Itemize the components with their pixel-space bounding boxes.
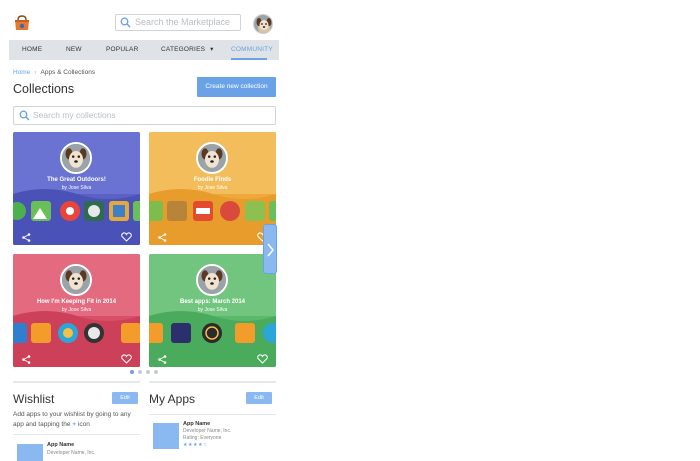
user-avatar[interactable]	[253, 14, 273, 34]
food-app-icon	[220, 201, 240, 221]
p-app-icon	[202, 323, 222, 343]
heart-icon[interactable]	[257, 354, 268, 364]
collection-card[interactable]: How I'm Keeping Fit in 2014 by Jose Silv…	[13, 254, 140, 367]
chevron-right-icon	[267, 243, 274, 257]
dog-avatar-icon	[198, 266, 226, 294]
collection-search-placeholder: Search my collections	[33, 110, 116, 120]
search-placeholder: Search the Marketplace	[135, 17, 231, 27]
heart-icon[interactable]	[121, 232, 132, 242]
collection-author: by Jose Silva	[197, 185, 228, 191]
collection-avatar	[196, 142, 228, 174]
plus-icon: +	[72, 421, 77, 428]
nav-active-underline	[231, 58, 267, 60]
partial-app-icon	[269, 201, 276, 221]
breadcrumb-home[interactable]: Home	[13, 69, 30, 76]
wishlist-hint-end: icon	[77, 421, 90, 428]
heart-icon[interactable]	[121, 354, 132, 364]
top-bar: Search the Marketplace	[9, 6, 279, 40]
main-nav: HOME NEW POPULAR CATEGORIES ▾ COMMUNITY	[9, 40, 279, 60]
bike-app-icon	[121, 323, 140, 343]
wifi-app-icon	[13, 323, 27, 343]
nav-home[interactable]: HOME	[22, 40, 42, 60]
pagination-dot[interactable]	[154, 370, 158, 374]
breadcrumb-separator-icon: ›	[34, 69, 37, 76]
share-icon[interactable]	[158, 355, 167, 364]
collection-avatar	[196, 264, 228, 296]
search-icon	[120, 17, 131, 28]
collection-avatar	[60, 264, 92, 296]
app-icons-row	[149, 323, 276, 343]
breadcrumb-current: Apps & Collections	[40, 69, 96, 76]
share-icon[interactable]	[22, 355, 31, 364]
checklist-app-icon	[149, 201, 163, 221]
nav-community[interactable]: COMMUNITY	[231, 40, 273, 60]
pagination-dot[interactable]	[130, 370, 134, 374]
app-developer: Developer Name, Inc.	[183, 428, 232, 434]
app-thumbnail	[17, 444, 43, 461]
nav-categories-label: CATEGORIES	[161, 46, 206, 53]
cart-app-icon	[235, 323, 255, 343]
carousel-next-button[interactable]	[263, 224, 277, 274]
wishlist-edit-button[interactable]: Edit	[112, 392, 138, 404]
collection-author: by Jose Silva	[197, 307, 228, 313]
section-divider	[149, 381, 276, 383]
pagination-dot[interactable]	[138, 370, 142, 374]
globe-icon	[13, 202, 26, 220]
search-icon	[19, 110, 30, 121]
my-apps-app-card[interactable]: App Name Developer Name, Inc. Rating: Ev…	[149, 414, 276, 461]
chevron-down-icon: ▾	[210, 46, 214, 53]
wishlist-app-card[interactable]: App Name Developer Name, Inc.	[13, 434, 140, 461]
nav-categories[interactable]: CATEGORIES ▾	[161, 40, 214, 60]
partial-app-icon	[263, 323, 276, 343]
breadcrumb: Home › Apps & Collections	[13, 69, 95, 76]
collection-card[interactable]: The Great Outdoors! by Jose Silva	[13, 132, 140, 245]
nav-new[interactable]: NEW	[66, 40, 82, 60]
collection-title: Foodie Finds	[193, 177, 232, 183]
collection-title: How I'm Keeping Fit in 2014	[36, 299, 117, 305]
collection-title: The Great Outdoors!	[47, 177, 106, 183]
create-collection-button[interactable]: Create new collection	[197, 77, 276, 97]
app-name: App Name	[183, 421, 211, 427]
dog-avatar-icon	[62, 144, 90, 172]
dog-avatar-icon	[198, 144, 226, 172]
my-apps-edit-button[interactable]: Edit	[246, 392, 272, 404]
cart-app-icon	[31, 323, 51, 343]
pagination-dot[interactable]	[146, 370, 150, 374]
marketplace-search-input[interactable]: Search the Marketplace	[115, 14, 241, 31]
marketplace-logo[interactable]	[13, 15, 31, 31]
partial-app-icon	[149, 323, 163, 343]
star-rating-icon: ★★★★☆	[183, 442, 208, 448]
section-divider	[13, 381, 140, 383]
app-name: App Name	[47, 442, 75, 448]
app-icons-row	[13, 323, 140, 343]
collection-title: Best apps: March 2014	[179, 299, 246, 305]
gift-app-icon	[245, 201, 265, 221]
share-icon[interactable]	[158, 233, 167, 242]
bag-app-icon	[167, 201, 187, 221]
collection-avatar	[60, 142, 92, 174]
page-title: Collections	[13, 82, 75, 96]
collection-search-input[interactable]: Search my collections	[13, 106, 276, 125]
app-thumbnail	[153, 423, 179, 449]
app-icons-row	[149, 201, 276, 221]
share-icon[interactable]	[22, 233, 31, 242]
collection-card[interactable]: Foodie Finds by Jose Silva	[149, 132, 276, 245]
app-icons-row	[13, 201, 140, 221]
my-apps-title: My Apps	[149, 392, 196, 406]
collection-author: by Jose Silva	[61, 307, 92, 313]
marketplace-app: Search the Marketplace HOME NEW POPULAR …	[9, 6, 279, 461]
collection-author: by Jose Silva	[61, 185, 92, 191]
partial-app-icon	[133, 201, 140, 221]
nav-popular[interactable]: POPULAR	[106, 40, 138, 60]
collection-card[interactable]: Best apps: March 2014 by Jose Silva	[149, 254, 276, 367]
space-app-icon	[171, 323, 191, 343]
wishlist-title: Wishlist	[13, 392, 55, 406]
dog-avatar-icon	[62, 266, 90, 294]
app-developer: Developer Name, Inc.	[47, 450, 96, 456]
wishlist-hint: Add apps to your wishlist by going to an…	[13, 410, 138, 430]
dog-avatar-icon	[254, 15, 272, 33]
app-rating-text: Rating: Everyone	[183, 435, 222, 441]
